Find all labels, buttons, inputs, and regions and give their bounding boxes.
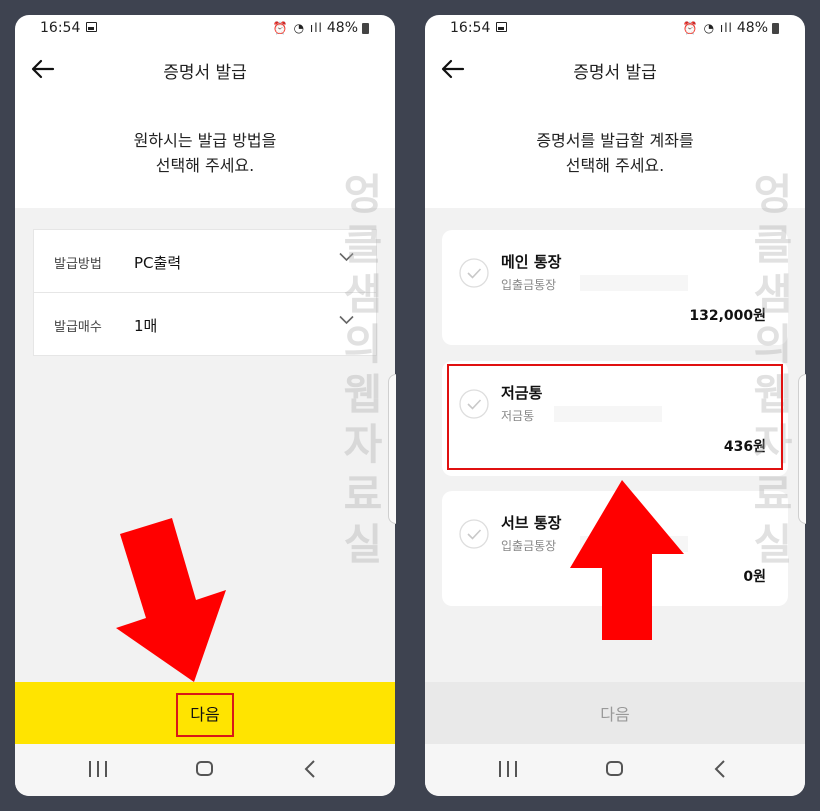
instruction-text: 증명서를 발급할 계좌를 선택해 주세요. bbox=[536, 131, 694, 175]
nav-back-icon[interactable] bbox=[300, 758, 320, 780]
home-icon[interactable] bbox=[196, 761, 213, 776]
phone-screen-method: 16:54 ⏰ ◔ ıll 48% 증명서 발급 원하시는 발급 방법을 선택해… bbox=[15, 15, 395, 796]
account-name: 서브 통장 bbox=[501, 514, 562, 532]
copy-count-label: 발급매수 bbox=[54, 320, 102, 335]
account-card-sub[interactable]: 서브 통장 입출금통장 0원 bbox=[442, 491, 788, 606]
account-type: 입출금통장 bbox=[501, 539, 557, 553]
system-nav-bar bbox=[425, 744, 805, 796]
battery-icon bbox=[772, 22, 779, 34]
chevron-down-icon bbox=[339, 315, 354, 325]
status-time: 16:54 bbox=[40, 20, 81, 36]
masked-account-number bbox=[580, 536, 688, 552]
page-title: 증명서 발급 bbox=[163, 63, 247, 83]
selection-highlight-box bbox=[447, 364, 783, 470]
recent-apps-icon[interactable] bbox=[89, 761, 107, 777]
battery-icon bbox=[362, 22, 369, 34]
home-icon[interactable] bbox=[606, 761, 623, 776]
gallery-icon bbox=[496, 22, 507, 32]
status-time: 16:54 bbox=[450, 20, 491, 36]
account-card-main[interactable]: 메인 통장 입출금통장 132,000원 bbox=[442, 230, 788, 345]
chevron-down-icon bbox=[339, 252, 354, 262]
recent-apps-icon[interactable] bbox=[499, 761, 517, 777]
app-header: 증명서 발급 bbox=[425, 43, 805, 95]
next-button[interactable]: 다음 bbox=[425, 682, 805, 744]
battery-level: 48% bbox=[736, 20, 768, 36]
edge-panel-handle[interactable] bbox=[798, 374, 806, 524]
account-name: 메인 통장 bbox=[501, 253, 562, 271]
status-bar: 16:54 ⏰ ◔ ıll 48% bbox=[425, 15, 805, 43]
instruction-text: 원하시는 발급 방법을 선택해 주세요. bbox=[133, 131, 277, 175]
issue-method-value: PC출력 bbox=[134, 254, 182, 272]
masked-account-number bbox=[580, 275, 688, 291]
account-type: 입출금통장 bbox=[501, 278, 557, 292]
copy-count-select[interactable]: 발급매수 1매 bbox=[34, 292, 376, 355]
issue-method-label: 발급방법 bbox=[54, 257, 102, 272]
battery-level: 48% bbox=[326, 20, 358, 36]
page-title: 증명서 발급 bbox=[573, 63, 657, 83]
alarm-wifi-signal-icon: ⏰ ◔ ıll bbox=[272, 21, 323, 35]
nav-back-icon[interactable] bbox=[710, 758, 730, 780]
system-nav-bar bbox=[15, 744, 395, 796]
account-balance: 0원 bbox=[743, 569, 766, 585]
issuance-options-form: 발급방법 PC출력 발급매수 1매 bbox=[33, 229, 377, 356]
gallery-icon bbox=[86, 22, 97, 32]
edge-panel-handle[interactable] bbox=[388, 374, 396, 524]
status-bar: 16:54 ⏰ ◔ ıll 48% bbox=[15, 15, 395, 43]
account-balance: 132,000원 bbox=[689, 308, 766, 324]
copy-count-value: 1매 bbox=[134, 317, 158, 335]
check-circle-icon bbox=[459, 258, 489, 288]
issue-method-select[interactable]: 발급방법 PC출력 bbox=[34, 230, 376, 292]
check-circle-icon bbox=[459, 519, 489, 549]
next-button-highlight-box bbox=[176, 693, 234, 737]
alarm-wifi-signal-icon: ⏰ ◔ ıll bbox=[682, 21, 733, 35]
app-header: 증명서 발급 bbox=[15, 43, 395, 95]
